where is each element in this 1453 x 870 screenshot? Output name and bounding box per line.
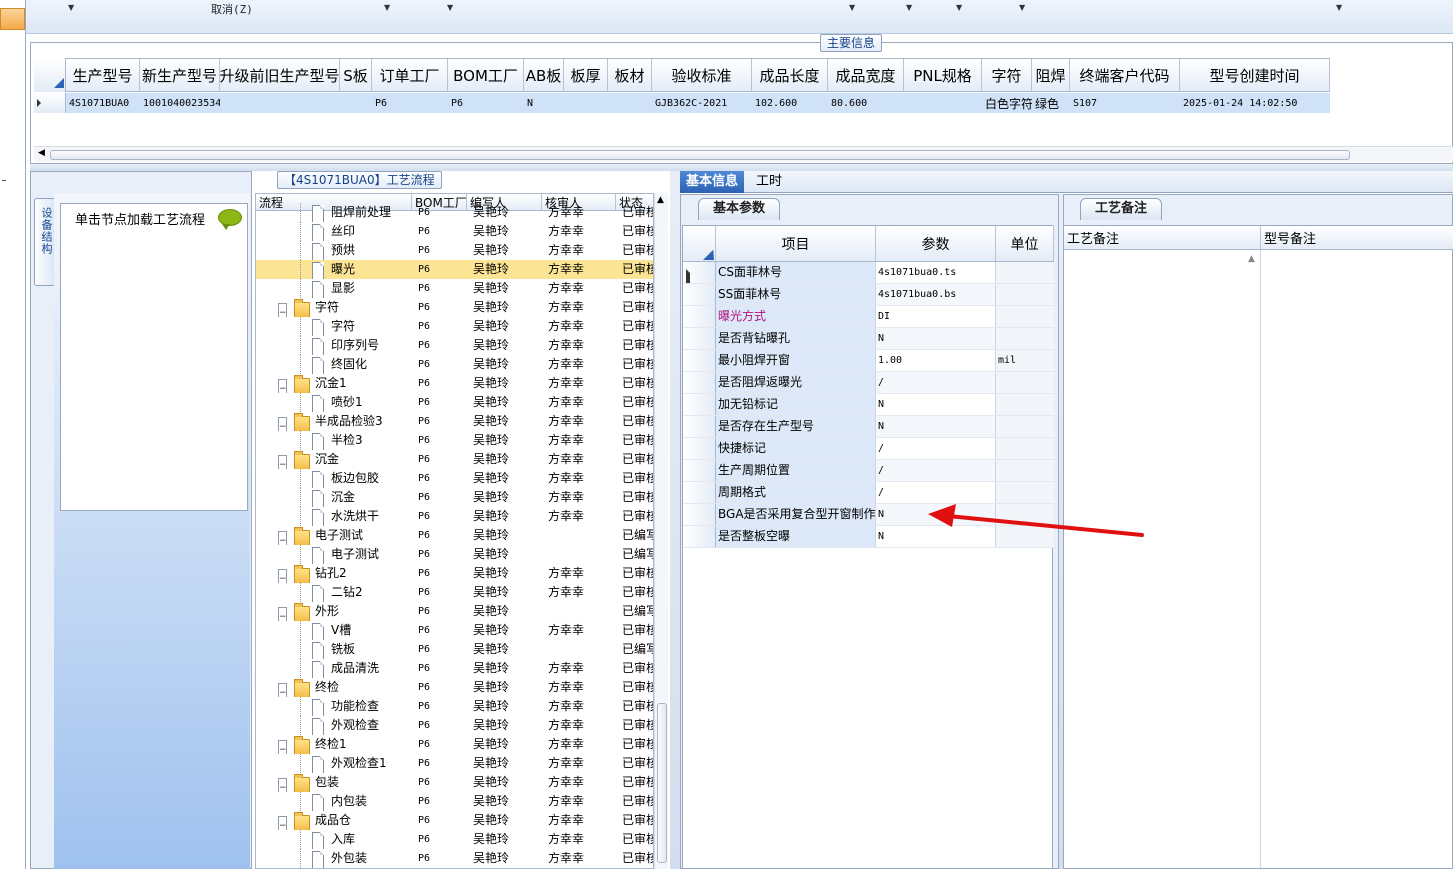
process-title: 【4S1071BUA0】工艺流程 <box>277 171 442 189</box>
red-arrow-annotation <box>928 504 1144 537</box>
